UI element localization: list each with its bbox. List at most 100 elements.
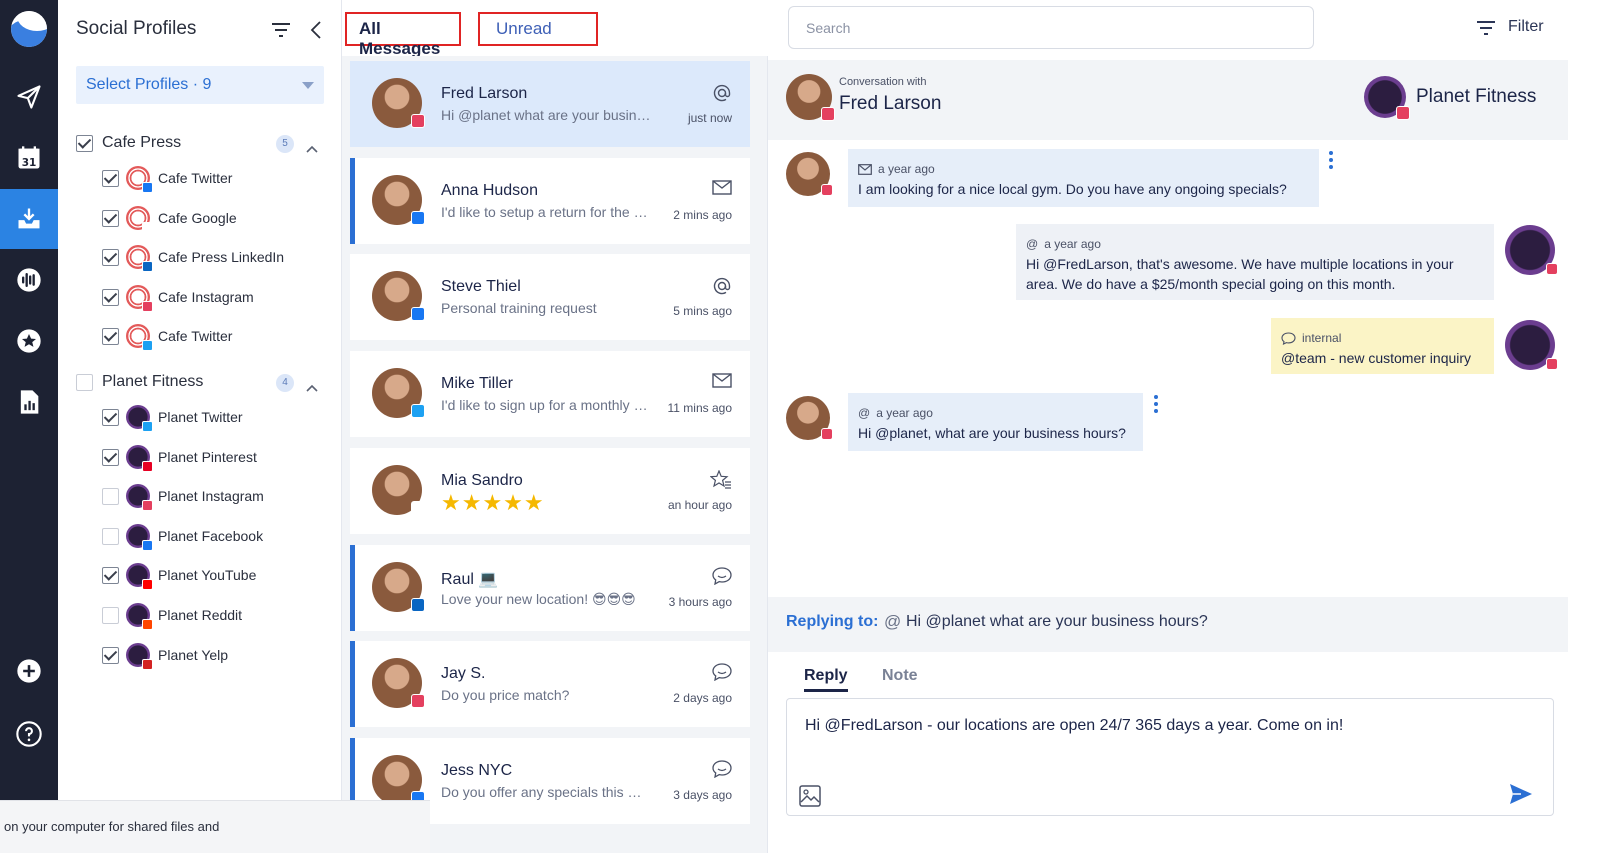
replying-text: Hi @planet what are your business hours? <box>906 613 1208 630</box>
star-icon[interactable] <box>0 311 58 371</box>
profile-item[interactable]: Cafe Google <box>102 205 322 233</box>
more-options-icon[interactable] <box>1329 151 1333 172</box>
message-card[interactable]: Mike Tiller I'd like to sign up for a mon… <box>350 351 750 438</box>
group-checkbox[interactable] <box>76 135 93 152</box>
brand-name: Planet Fitness <box>1416 86 1537 107</box>
profile-checkbox[interactable] <box>102 328 119 346</box>
profile-avatar <box>126 603 153 630</box>
filter-button[interactable]: Filter <box>1476 18 1558 40</box>
profile-item[interactable]: Cafe Instagram <box>102 284 322 312</box>
message-time: a year ago <box>878 162 935 176</box>
brand-avatar <box>1364 76 1410 120</box>
profile-group[interactable]: Planet Fitness 4 <box>76 370 326 396</box>
app-rail: 31 <box>0 0 58 853</box>
toast-text: on your computer for shared files and <box>4 819 220 834</box>
profile-checkbox[interactable] <box>102 209 119 227</box>
message-bubble[interactable]: a year ago I am looking for a nice local… <box>848 149 1319 207</box>
send-icon[interactable] <box>0 67 58 127</box>
contact-avatar <box>786 152 833 196</box>
message-card[interactable]: Raul 💻 Love your new location! 😎😎😎 3 hours… <box>350 544 750 631</box>
twitter-icon <box>142 340 153 352</box>
profile-checkbox[interactable] <box>102 249 119 267</box>
message-bubble[interactable]: @ a year ago Hi @FredLarson, that's aweso… <box>1016 224 1494 300</box>
sender-name: Fred Larson <box>441 85 528 102</box>
sender-avatar <box>372 271 425 322</box>
search-input[interactable] <box>789 7 1313 48</box>
message-card[interactable]: Fred Larson Hi @planet what are your busi… <box>350 61 750 147</box>
tab-reply[interactable]: Reply <box>804 667 848 692</box>
profile-checkbox[interactable] <box>102 409 119 426</box>
profile-checkbox[interactable] <box>102 170 119 187</box>
search-box[interactable] <box>788 6 1314 49</box>
tab-all-messages[interactable]: All Messages <box>345 12 461 58</box>
chevron-left-icon[interactable] <box>310 21 322 44</box>
profile-item[interactable]: Planet Instagram <box>102 483 322 512</box>
message-card[interactable]: Jay S. Do you price match? 2 days ago <box>350 641 750 728</box>
message-preview: I'd like to sign up for a monthly member… <box>441 397 651 414</box>
profile-group[interactable]: Cafe Press 5 <box>76 131 326 157</box>
more-options-icon[interactable] <box>1154 395 1158 416</box>
send-icon[interactable] <box>1509 783 1533 810</box>
message-text: I am looking for a nice local gym. Do yo… <box>858 181 1287 197</box>
sender-avatar <box>372 561 425 612</box>
reply-draft[interactable]: Hi @FredLarson - our locations are open … <box>805 717 1343 735</box>
profile-item[interactable]: Planet YouTube <box>102 562 322 591</box>
profile-checkbox[interactable] <box>102 567 119 585</box>
caret-down-icon <box>302 82 314 89</box>
image-attach-icon[interactable] <box>799 785 821 812</box>
mail-icon <box>712 373 732 393</box>
instagram-icon <box>1546 358 1558 370</box>
audio-wave-icon[interactable] <box>0 250 58 310</box>
profile-checkbox[interactable] <box>102 288 119 306</box>
help-icon[interactable] <box>0 704 58 764</box>
profile-item[interactable]: Planet Facebook <box>102 523 322 551</box>
profile-item[interactable]: Cafe Press LinkedIn <box>102 244 322 273</box>
report-icon[interactable] <box>0 372 58 432</box>
replying-label: Replying to: <box>786 613 879 630</box>
at-icon <box>712 276 732 301</box>
message-list[interactable]: Fred Larson Hi @planet what are your busi… <box>342 56 768 853</box>
twitter-icon <box>142 421 153 432</box>
profile-item[interactable]: Planet Reddit <box>102 602 322 630</box>
tab-note[interactable]: Note <box>882 667 918 685</box>
inbox-icon[interactable] <box>0 189 58 249</box>
profile-item[interactable]: Planet Yelp <box>102 642 322 670</box>
group-count-badge: 5 <box>276 135 294 153</box>
add-icon[interactable] <box>0 641 58 701</box>
profile-item[interactable]: Planet Pinterest <box>102 444 322 472</box>
filter-icon[interactable] <box>271 23 291 42</box>
profile-avatar <box>126 205 153 233</box>
profile-checkbox[interactable] <box>102 607 119 624</box>
chat-icon <box>1281 331 1296 345</box>
internal-note-bubble[interactable]: internal @team - new customer inquiry <box>1271 318 1494 374</box>
select-profiles-dropdown[interactable]: Select Profiles · 9 <box>76 66 324 104</box>
message-card[interactable]: Anna Hudson I'd like to setup a return fo… <box>350 157 750 244</box>
message-bubble[interactable]: @ a year ago Hi @planet, what are your bu… <box>848 393 1143 451</box>
profile-item[interactable]: Planet Twitter <box>102 404 322 432</box>
chevron-up-icon[interactable] <box>306 140 318 158</box>
profile-item[interactable]: Cafe Twitter <box>102 323 322 352</box>
panel-title: Social Profiles <box>76 18 197 39</box>
yelp-icon <box>142 658 153 670</box>
profile-item[interactable]: Cafe Twitter <box>102 165 322 193</box>
message-card[interactable]: Mia Sandro ★★★★★ an hour ago <box>350 447 750 534</box>
app-logo[interactable] <box>11 11 47 47</box>
tab-unread[interactable]: Unread <box>478 12 598 46</box>
chevron-up-icon[interactable] <box>306 379 318 397</box>
reply-textarea[interactable]: Hi @FredLarson - our locations are open … <box>786 698 1554 816</box>
profile-checkbox[interactable] <box>102 448 119 466</box>
facebook-icon <box>142 539 153 551</box>
sender-name: Steve Thiel <box>441 278 521 296</box>
profile-checkbox[interactable] <box>102 646 119 664</box>
conversation-pane: Filter Conversation with Fred Larson Pla… <box>768 0 1616 853</box>
message-card[interactable]: Steve Thiel Personal training request 5 mi… <box>350 254 750 341</box>
profile-name: Planet Pinterest <box>158 448 257 465</box>
group-checkbox[interactable] <box>76 374 93 391</box>
message-preview: Personal training request <box>441 300 597 317</box>
instagram-icon <box>1546 263 1558 275</box>
profile-avatar <box>126 284 153 312</box>
calendar-icon[interactable]: 31 <box>0 128 58 188</box>
profile-checkbox[interactable] <box>102 488 119 506</box>
contact-name: Fred Larson <box>839 93 942 114</box>
profile-checkbox[interactable] <box>102 527 119 545</box>
